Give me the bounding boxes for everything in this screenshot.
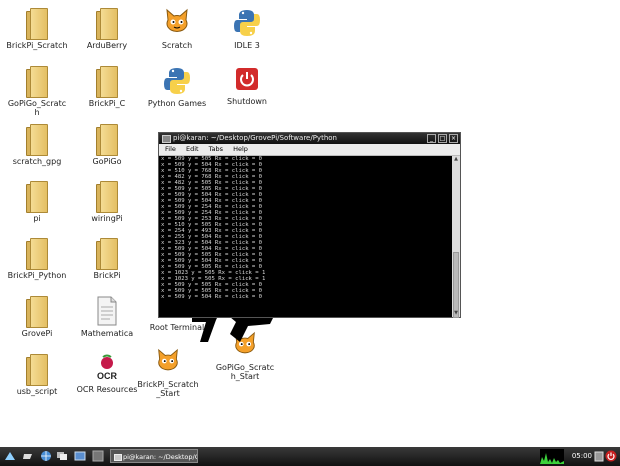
taskbar: pi@karan: ~/Desktop/G... 05:00 <box>0 447 620 466</box>
icon-label: GoPiGo_Scratch_Start <box>215 363 275 381</box>
menu-help[interactable]: Help <box>233 145 248 153</box>
terminal-line: x = 509 y = 504 Rx = click = 0 <box>161 294 263 300</box>
minimize-icon[interactable]: _ <box>427 134 436 143</box>
folder-icon <box>26 66 48 98</box>
desktop-icon-mathematica[interactable]: Mathematica <box>71 296 143 338</box>
folder-icon <box>96 181 118 213</box>
scratch-cat-icon <box>166 8 188 32</box>
scrollbar-thumb[interactable] <box>453 252 459 318</box>
menu-launcher-icon[interactable] <box>4 450 16 462</box>
task-label: pi@karan: ~/Desktop/G... <box>123 453 198 461</box>
menu-edit[interactable]: Edit <box>186 145 199 153</box>
file-manager-icon[interactable] <box>22 450 34 462</box>
folder-icon <box>26 124 48 156</box>
terminal-menubar: File Edit Tabs Help <box>159 144 460 156</box>
browser-icon[interactable] <box>40 450 52 462</box>
icon-label: Scratch <box>161 41 193 50</box>
icon-label: BrickPi_Scratch_Start <box>137 380 199 398</box>
maximize-icon[interactable]: □ <box>438 134 447 143</box>
icon-label: BrickPi <box>93 271 121 280</box>
icon-label: Python Games <box>147 99 207 108</box>
ocr-raspberry-icon: OCR <box>97 354 118 381</box>
icon-label: GoPiGo_Scratch <box>7 99 67 117</box>
folder-icon <box>26 238 48 270</box>
folder-icon <box>96 8 118 40</box>
desktop-icon-arduberry[interactable]: ArduBerry <box>71 8 143 50</box>
desktop-icon-usb-script[interactable]: usb_script <box>1 354 73 396</box>
terminal-mini-icon <box>114 454 122 461</box>
desktop-icon-python-games[interactable]: Python Games <box>141 66 213 108</box>
terminal-window-icon <box>162 135 171 143</box>
icon-label: wiringPi <box>91 214 123 223</box>
folder-icon <box>26 296 48 328</box>
icon-label: ArduBerry <box>86 41 128 50</box>
terminal-window[interactable]: pi@karan: ~/Desktop/GrovePi/Software/Pyt… <box>158 132 461 318</box>
python-icon <box>234 10 260 36</box>
icon-label: usb_script <box>16 387 58 396</box>
icon-label: GrovePi <box>21 329 53 338</box>
desktop-icon-gopigo[interactable]: GoPiGo <box>71 124 143 166</box>
python-icon <box>164 68 190 94</box>
windows-icon[interactable] <box>56 450 68 462</box>
icon-label: scratch_gpg <box>12 157 62 166</box>
workspace-icon[interactable] <box>92 450 104 462</box>
folder-icon <box>96 238 118 270</box>
folder-icon <box>26 181 48 213</box>
desktop-switch-icon[interactable] <box>74 450 86 462</box>
desktop-icon-grovepi[interactable]: GrovePi <box>1 296 73 338</box>
desktop-icon-scratch-gpg[interactable]: scratch_gpg <box>1 124 73 166</box>
folder-icon <box>26 8 48 40</box>
icon-label: IDLE 3 <box>234 41 260 50</box>
desktop-icon-brickpi[interactable]: BrickPi <box>71 238 143 280</box>
scratch-cat-icon <box>158 348 178 371</box>
desktop-icon-brickpi-scratch[interactable]: BrickPi_Scratch <box>1 8 73 50</box>
close-icon[interactable]: × <box>449 134 458 143</box>
desktop-icon-shutdown[interactable]: Shutdown <box>211 66 283 106</box>
menu-tabs[interactable]: Tabs <box>209 145 223 153</box>
desktop-icon-brickpi-scratch-start[interactable]: BrickPi_Scratch_Start <box>132 347 204 398</box>
icon-label: Shutdown <box>227 97 267 106</box>
terminal-output[interactable]: x = 509 y = 505 Rx = click = 0x = 509 y … <box>159 156 451 317</box>
icon-label: BrickPi_C <box>88 99 126 108</box>
clock: 05:00 <box>571 452 592 460</box>
folder-icon <box>96 66 118 98</box>
scroll-up-icon[interactable]: ▲ <box>452 156 460 163</box>
desktop-icon-idle3[interactable]: IDLE 3 <box>211 8 283 50</box>
power-icon <box>236 68 258 90</box>
shutdown-icon[interactable] <box>605 450 617 462</box>
icon-label: BrickPi_Python <box>7 271 67 280</box>
folder-icon <box>26 354 48 386</box>
desktop-icon-pi[interactable]: pi <box>1 181 73 223</box>
scroll-down-icon[interactable]: ▼ <box>452 310 460 317</box>
screen-lock-icon[interactable] <box>594 451 604 462</box>
desktop-icon-gopigo-scratch[interactable]: GoPiGo_Scratch <box>1 66 73 117</box>
cpu-monitor-icon <box>540 449 564 464</box>
icon-label: pi <box>33 214 41 223</box>
desktop-icon-wiringpi[interactable]: wiringPi <box>71 181 143 223</box>
document-icon <box>97 296 117 326</box>
taskbar-task-terminal[interactable]: pi@karan: ~/Desktop/G... <box>110 449 198 463</box>
terminal-scrollbar[interactable]: ▲ ▼ <box>452 156 460 318</box>
svg-text:OCR: OCR <box>97 371 118 381</box>
desktop-icon-scratch[interactable]: Scratch <box>141 8 213 50</box>
icon-label: GoPiGo <box>92 157 122 166</box>
window-controls: _ □ × <box>427 134 458 143</box>
menu-file[interactable]: File <box>165 145 176 153</box>
folder-icon <box>96 124 118 156</box>
desktop-icon-brickpi-c[interactable]: BrickPi_C <box>71 66 143 108</box>
icon-label: Mathematica <box>80 329 134 338</box>
icon-label: BrickPi_Scratch <box>6 41 68 50</box>
desktop-icon-brickpi-python[interactable]: BrickPi_Python <box>1 238 73 280</box>
terminal-titlebar[interactable]: pi@karan: ~/Desktop/GrovePi/Software/Pyt… <box>159 133 460 144</box>
terminal-title: pi@karan: ~/Desktop/GrovePi/Software/Pyt… <box>173 134 337 142</box>
